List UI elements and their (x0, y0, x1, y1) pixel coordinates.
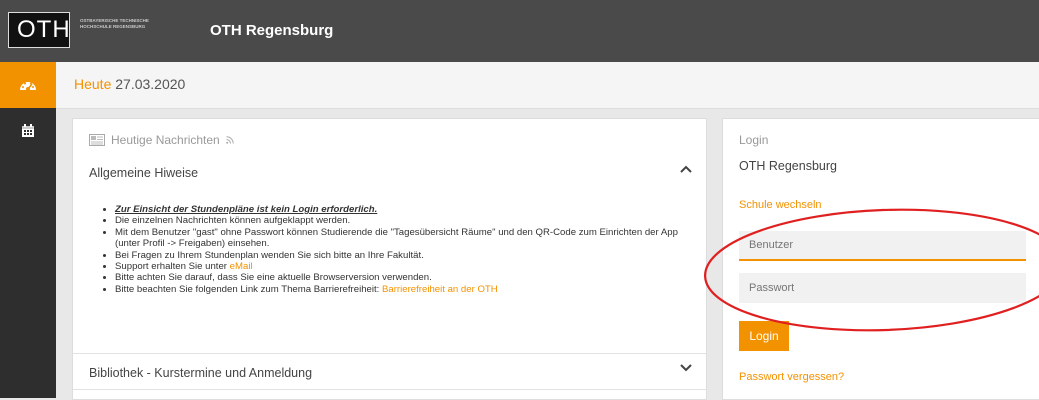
chevron-up-icon[interactable] (680, 165, 692, 173)
password-input[interactable] (739, 273, 1026, 303)
list-item: Bitte achten Sie darauf, dass Sie eine a… (115, 272, 705, 283)
accordion-general-title[interactable]: Allgemeine Hiweise (89, 166, 198, 180)
app-title[interactable]: OTH Regensburg (210, 22, 333, 39)
chevron-down-icon[interactable] (680, 364, 692, 372)
logo-tagline: Ostbayerische Technische Hochschule Rege… (80, 18, 149, 29)
logo-text: OTH (17, 16, 71, 43)
divider (73, 389, 706, 390)
today-label: Heute (74, 76, 112, 92)
list-item: Bei Fragen zu Ihrem Stundenplan wenden S… (115, 250, 705, 261)
news-panel: Heutige Nachrichten Allgemeine Hiweise Z… (72, 118, 707, 400)
login-button[interactable]: Login (739, 321, 789, 351)
list-item: Zur Einsicht der Stundenpläne ist kein L… (115, 204, 705, 215)
login-heading: Login (739, 133, 769, 147)
sidebar (0, 62, 56, 398)
rss-icon[interactable] (225, 136, 234, 144)
switch-school-link[interactable]: Schule wechseln (739, 199, 822, 211)
today-heading: Heute 27.03.2020 (74, 76, 185, 92)
sidebar-item-dashboard[interactable] (0, 62, 56, 108)
support-email-link[interactable]: eMail (230, 261, 253, 272)
divider (73, 353, 706, 354)
top-bar: OTH Ostbayerische Technische Hochschule … (0, 0, 1039, 62)
username-input[interactable] (739, 231, 1026, 261)
sidebar-item-calendar[interactable] (0, 108, 56, 154)
list-item: Die einzelnen Nachrichten können aufgekl… (115, 215, 705, 226)
news-heading-text: Heutige Nachrichten (111, 133, 220, 147)
login-panel: Login OTH Regensburg Schule wechseln Log… (722, 118, 1039, 400)
accessibility-link[interactable]: Barrierefreiheit an der OTH (382, 284, 498, 295)
newspaper-icon (89, 134, 105, 146)
accordion-library-title[interactable]: Bibliothek - Kurstermine und Anmeldung (89, 366, 312, 380)
today-bar: Heute 27.03.2020 (56, 62, 1039, 109)
today-date: 27.03.2020 (115, 76, 186, 92)
login-school-name: OTH Regensburg (739, 159, 837, 173)
list-item: Mit dem Benutzer "gast" ohne Passwort kö… (115, 227, 705, 250)
list-item: Bitte beachten Sie folgenden Link zum Th… (115, 284, 705, 295)
oth-logo[interactable]: OTH (8, 12, 70, 48)
calendar-icon (22, 124, 34, 137)
forgot-password-link[interactable]: Passwort vergessen? (739, 371, 844, 383)
list-item: Support erhalten Sie unter eMail (115, 261, 705, 272)
general-notes-list: Zur Einsicht der Stundenpläne ist kein L… (103, 204, 705, 295)
dashboard-icon (20, 82, 36, 91)
news-heading: Heutige Nachrichten (89, 133, 234, 147)
